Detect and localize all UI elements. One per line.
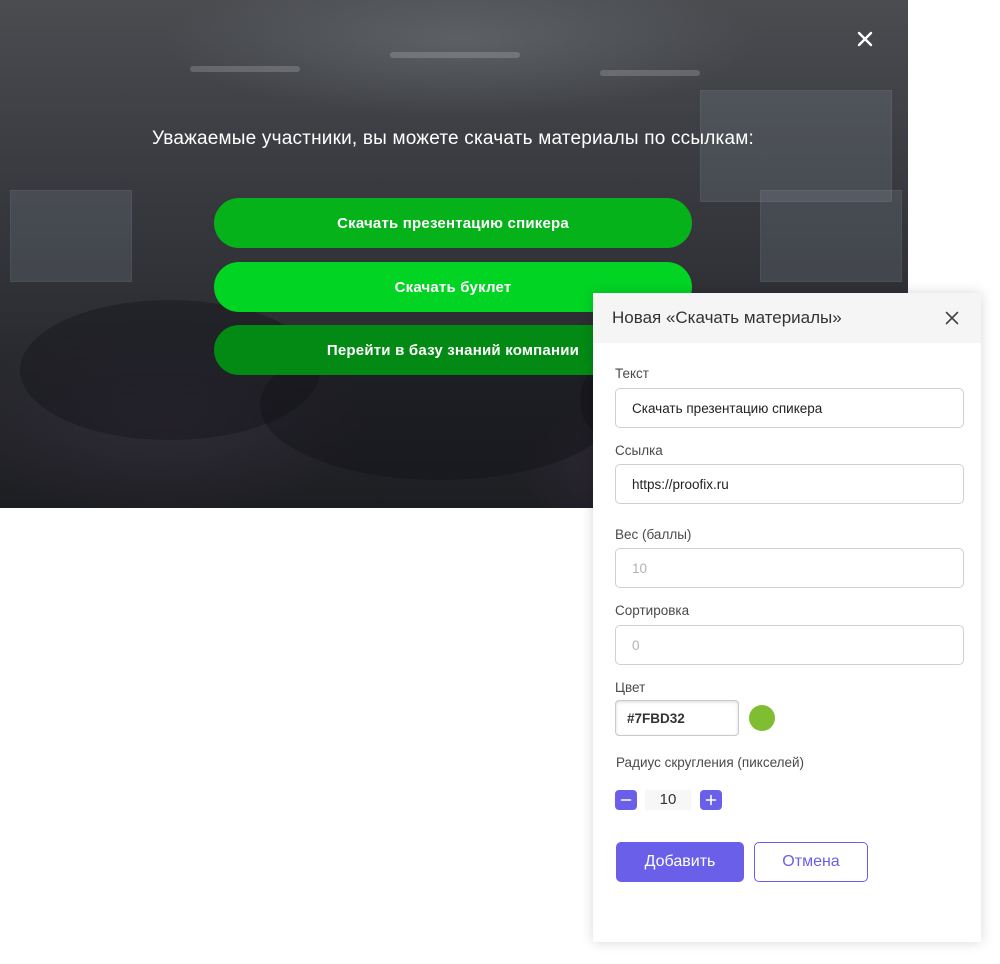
cancel-button[interactable]: Отмена xyxy=(754,842,868,882)
text-field-label: Текст xyxy=(615,366,649,381)
color-hex-field[interactable] xyxy=(615,700,739,736)
room-window xyxy=(760,190,902,282)
weight-field-label: Вес (баллы) xyxy=(615,527,692,542)
radius-decrement-button[interactable] xyxy=(615,790,637,810)
download-presentation-button[interactable]: Скачать презентацию спикера xyxy=(214,198,692,248)
close-icon xyxy=(945,311,959,325)
dialog-header: Новая «Скачать материалы» xyxy=(593,293,981,343)
dialog-title: Новая «Скачать материалы» xyxy=(612,308,842,327)
overlay-close-button[interactable] xyxy=(853,27,877,51)
weight-field[interactable] xyxy=(615,548,964,588)
radius-increment-button[interactable] xyxy=(700,790,722,810)
new-download-materials-dialog: Новая «Скачать материалы» Текст Ссылка В… xyxy=(593,293,981,942)
minus-icon xyxy=(620,799,632,801)
add-button[interactable]: Добавить xyxy=(616,842,744,882)
room-window xyxy=(10,190,132,282)
color-field-label: Цвет xyxy=(615,680,646,695)
materials-headline: Уважаемые участники, вы можете скачать м… xyxy=(152,128,754,149)
ceiling-light xyxy=(600,70,700,76)
radius-value[interactable]: 10 xyxy=(645,790,691,810)
link-field[interactable] xyxy=(615,464,964,504)
link-field-label: Ссылка xyxy=(615,443,663,458)
text-field[interactable] xyxy=(615,388,964,428)
dialog-close-button[interactable] xyxy=(944,310,960,326)
sort-field[interactable] xyxy=(615,625,964,665)
radius-field-label: Радиус скругления (пикселей) xyxy=(616,755,805,770)
ceiling-light xyxy=(190,66,300,72)
close-icon xyxy=(857,31,873,47)
color-picker-swatch[interactable] xyxy=(749,705,775,731)
ceiling-light xyxy=(390,52,520,58)
sort-field-label: Сортировка xyxy=(615,603,690,618)
plus-icon xyxy=(705,794,717,806)
